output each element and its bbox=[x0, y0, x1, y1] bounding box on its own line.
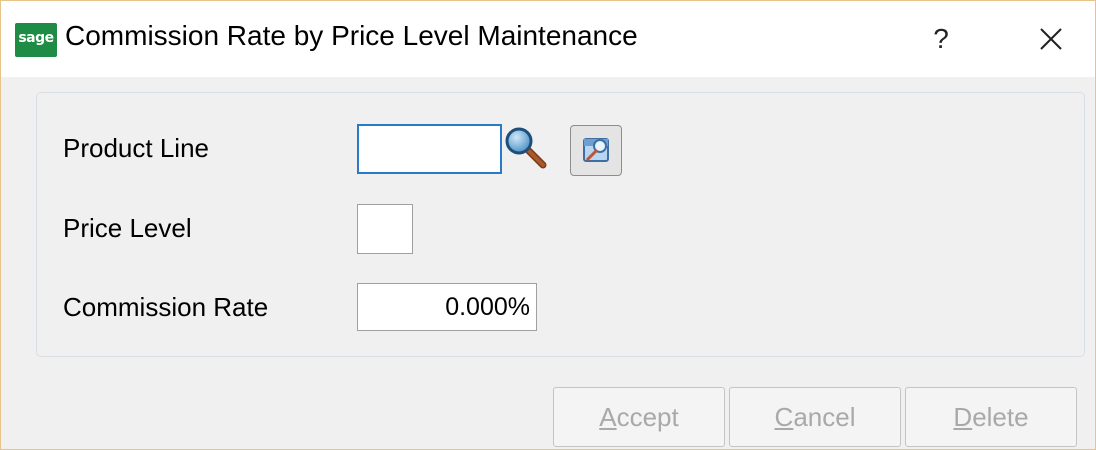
close-x-icon bbox=[1040, 28, 1062, 50]
close-button[interactable] bbox=[1029, 19, 1073, 59]
product-line-input[interactable] bbox=[357, 124, 502, 174]
delete-button[interactable]: Delete bbox=[905, 387, 1077, 447]
accept-button[interactable]: Accept bbox=[553, 387, 725, 447]
product-line-lookup[interactable] bbox=[503, 125, 549, 171]
title-bar[interactable]: sage Commission Rate by Price Level Main… bbox=[1, 1, 1095, 77]
help-button[interactable]: ? bbox=[921, 19, 961, 59]
product-line-label: Product Line bbox=[63, 133, 209, 163]
cancel-button[interactable]: Cancel bbox=[729, 387, 901, 447]
window-title: Commission Rate by Price Level Maintenan… bbox=[65, 20, 638, 51]
price-level-input[interactable] bbox=[357, 204, 413, 254]
commission-rate-input[interactable] bbox=[357, 283, 537, 331]
cancel-mnemonic: C bbox=[774, 402, 794, 432]
sage-logo-icon: sage bbox=[15, 23, 57, 57]
accept-mnemonic: A bbox=[599, 402, 617, 432]
browse-folder-icon bbox=[583, 138, 609, 162]
commission-rate-label: Commission Rate bbox=[63, 292, 269, 322]
price-level-label: Price Level bbox=[63, 213, 192, 243]
cancel-label: ancel bbox=[793, 402, 856, 432]
delete-label: elete bbox=[972, 402, 1029, 432]
dialog-window: sage Commission Rate by Price Level Main… bbox=[0, 0, 1096, 450]
accept-label: ccept bbox=[616, 402, 679, 432]
product-line-browse-button[interactable] bbox=[570, 125, 622, 176]
delete-mnemonic: D bbox=[953, 402, 973, 432]
magnifier-icon bbox=[505, 127, 547, 169]
